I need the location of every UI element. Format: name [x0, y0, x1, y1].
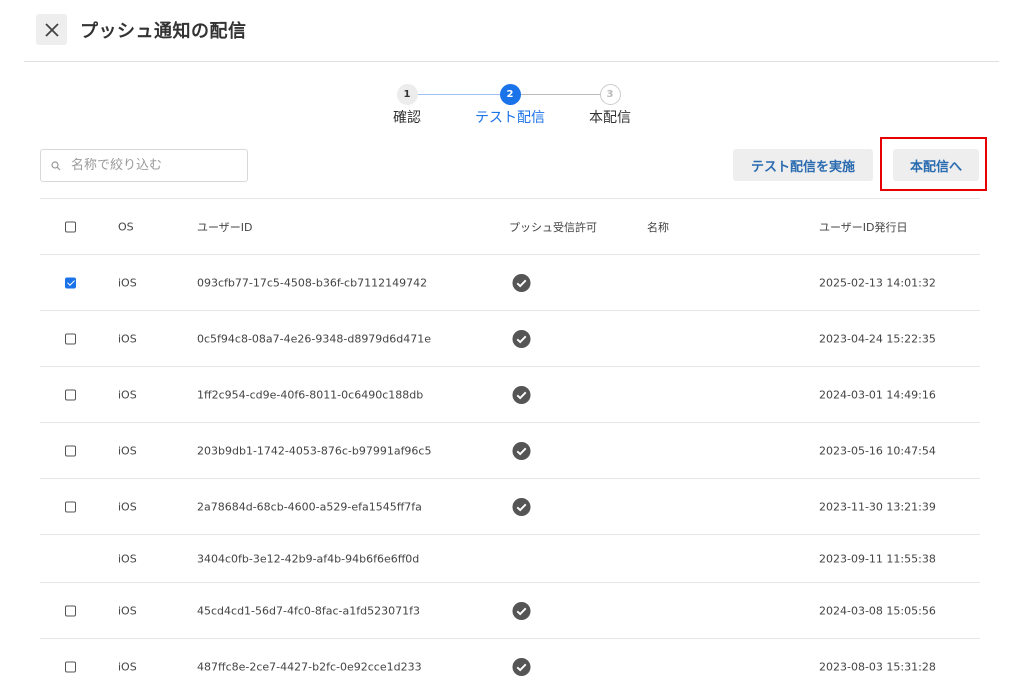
step-label-3: 本配信 — [589, 110, 631, 126]
table-row[interactable]: iOS 3404c0fb-3e12-42b9-af4b-94b6f6e6ff0d 2… — [40, 534, 980, 582]
cell-issued: 2023-08-03 15:31:28 — [819, 660, 936, 673]
highlight-box — [880, 137, 987, 191]
step-circle-2: 2 — [499, 84, 521, 105]
check-circle-icon — [512, 273, 531, 292]
table-row[interactable]: iOS 203b9db1-1742-4053-876c-b97991af96c5 2… — [40, 422, 980, 478]
table-row[interactable]: iOS 1ff2c954-cd9e-40f6-8011-0c6490c188db 2… — [40, 366, 980, 422]
search-input[interactable] — [71, 158, 231, 173]
table-row[interactable]: iOS 45cd4cd1-56d7-4fc0-8fac-a1fd523071f3 2… — [40, 582, 980, 638]
step-circle-3: 3 — [599, 84, 621, 105]
close-icon — [44, 22, 59, 37]
cell-os: iOS — [118, 500, 137, 513]
row-checkbox[interactable] — [65, 389, 76, 400]
cell-issued: 2023-05-16 10:47:54 — [819, 444, 936, 457]
cell-user-id: 2a78684d-68cb-4600-a529-efa1545ff7fa — [197, 500, 422, 513]
cell-issued: 2023-09-11 11:55:38 — [819, 552, 936, 565]
cell-issued: 2025-02-13 14:01:32 — [819, 276, 936, 289]
select-all-checkbox[interactable] — [65, 221, 76, 232]
table-row[interactable]: iOS 0c5f94c8-08a7-4e26-9348-d8979d6d471e 2… — [40, 310, 980, 366]
row-checkbox[interactable] — [65, 277, 76, 288]
row-checkbox[interactable] — [65, 333, 76, 344]
cell-os: iOS — [118, 444, 137, 457]
row-checkbox[interactable] — [65, 501, 76, 512]
table-row[interactable]: iOS 2a78684d-68cb-4600-a529-efa1545ff7fa 2… — [40, 478, 980, 534]
row-checkbox[interactable] — [65, 445, 76, 456]
stepper: 1 確認 2 テスト配信 3 本配信 — [380, 82, 650, 132]
column-header-name[interactable]: 名称 — [647, 219, 669, 235]
close-button[interactable] — [36, 14, 67, 45]
cell-user-id: 0c5f94c8-08a7-4e26-9348-d8979d6d471e — [197, 332, 432, 345]
step-label-1: 確認 — [393, 110, 421, 126]
page-title: プッシュ通知の配信 — [80, 21, 247, 42]
row-checkbox[interactable] — [65, 605, 76, 616]
cell-os: iOS — [118, 552, 137, 565]
check-circle-icon — [512, 601, 531, 620]
test-send-button[interactable]: テスト配信を実施 — [733, 149, 873, 181]
header-divider — [24, 61, 999, 62]
check-circle-icon — [512, 441, 531, 460]
cell-os: iOS — [118, 660, 137, 673]
check-circle-icon — [512, 497, 531, 516]
step-connector — [417, 94, 500, 95]
check-circle-icon — [512, 385, 531, 404]
cell-user-id: 093cfb77-17c5-4508-b36f-cb7112149742 — [197, 276, 428, 289]
cell-os: iOS — [118, 604, 137, 617]
table-row[interactable]: iOS 487ffc8e-2ce7-4427-b2fc-0e92cce1d233 2… — [40, 638, 980, 691]
check-circle-icon — [512, 329, 531, 348]
table-row[interactable]: iOS 093cfb77-17c5-4508-b36f-cb7112149742 2… — [40, 254, 980, 310]
cell-user-id: 487ffc8e-2ce7-4427-b2fc-0e92cce1d233 — [197, 660, 422, 673]
column-header-os[interactable]: OS — [118, 220, 134, 233]
cell-issued: 2023-11-30 13:21:39 — [819, 500, 936, 513]
cell-user-id: 1ff2c954-cd9e-40f6-8011-0c6490c188db — [197, 388, 424, 401]
cell-issued: 2024-03-08 15:05:56 — [819, 604, 936, 617]
table-header-row: OS ユーザーID プッシュ受信許可 名称 ユーザーID発行日 — [40, 198, 980, 254]
row-checkbox[interactable] — [65, 661, 76, 672]
step-connector — [520, 94, 600, 95]
cell-os: iOS — [118, 388, 137, 401]
cell-user-id: 45cd4cd1-56d7-4fc0-8fac-a1fd523071f3 — [197, 604, 420, 617]
cell-os: iOS — [118, 332, 137, 345]
search-icon — [51, 160, 61, 170]
cell-issued: 2024-03-01 14:49:16 — [819, 388, 936, 401]
user-table: OS ユーザーID プッシュ受信許可 名称 ユーザーID発行日 iOS 093cf… — [40, 198, 980, 691]
cell-issued: 2023-04-24 15:22:35 — [819, 332, 936, 345]
step-label-2: テスト配信 — [475, 110, 545, 126]
cell-user-id: 203b9db1-1742-4053-876c-b97991af96c5 — [197, 444, 432, 457]
search-box[interactable] — [40, 149, 248, 182]
column-header-issued[interactable]: ユーザーID発行日 — [819, 219, 908, 235]
dialog-header: プッシュ通知の配信 — [0, 0, 1018, 62]
step-circle-1: 1 — [396, 84, 418, 105]
column-header-push-allowed[interactable]: プッシュ受信許可 — [509, 219, 597, 235]
column-header-user-id[interactable]: ユーザーID — [197, 219, 253, 235]
cell-user-id: 3404c0fb-3e12-42b9-af4b-94b6f6e6ff0d — [197, 552, 420, 565]
cell-os: iOS — [118, 276, 137, 289]
check-circle-icon — [512, 657, 531, 676]
